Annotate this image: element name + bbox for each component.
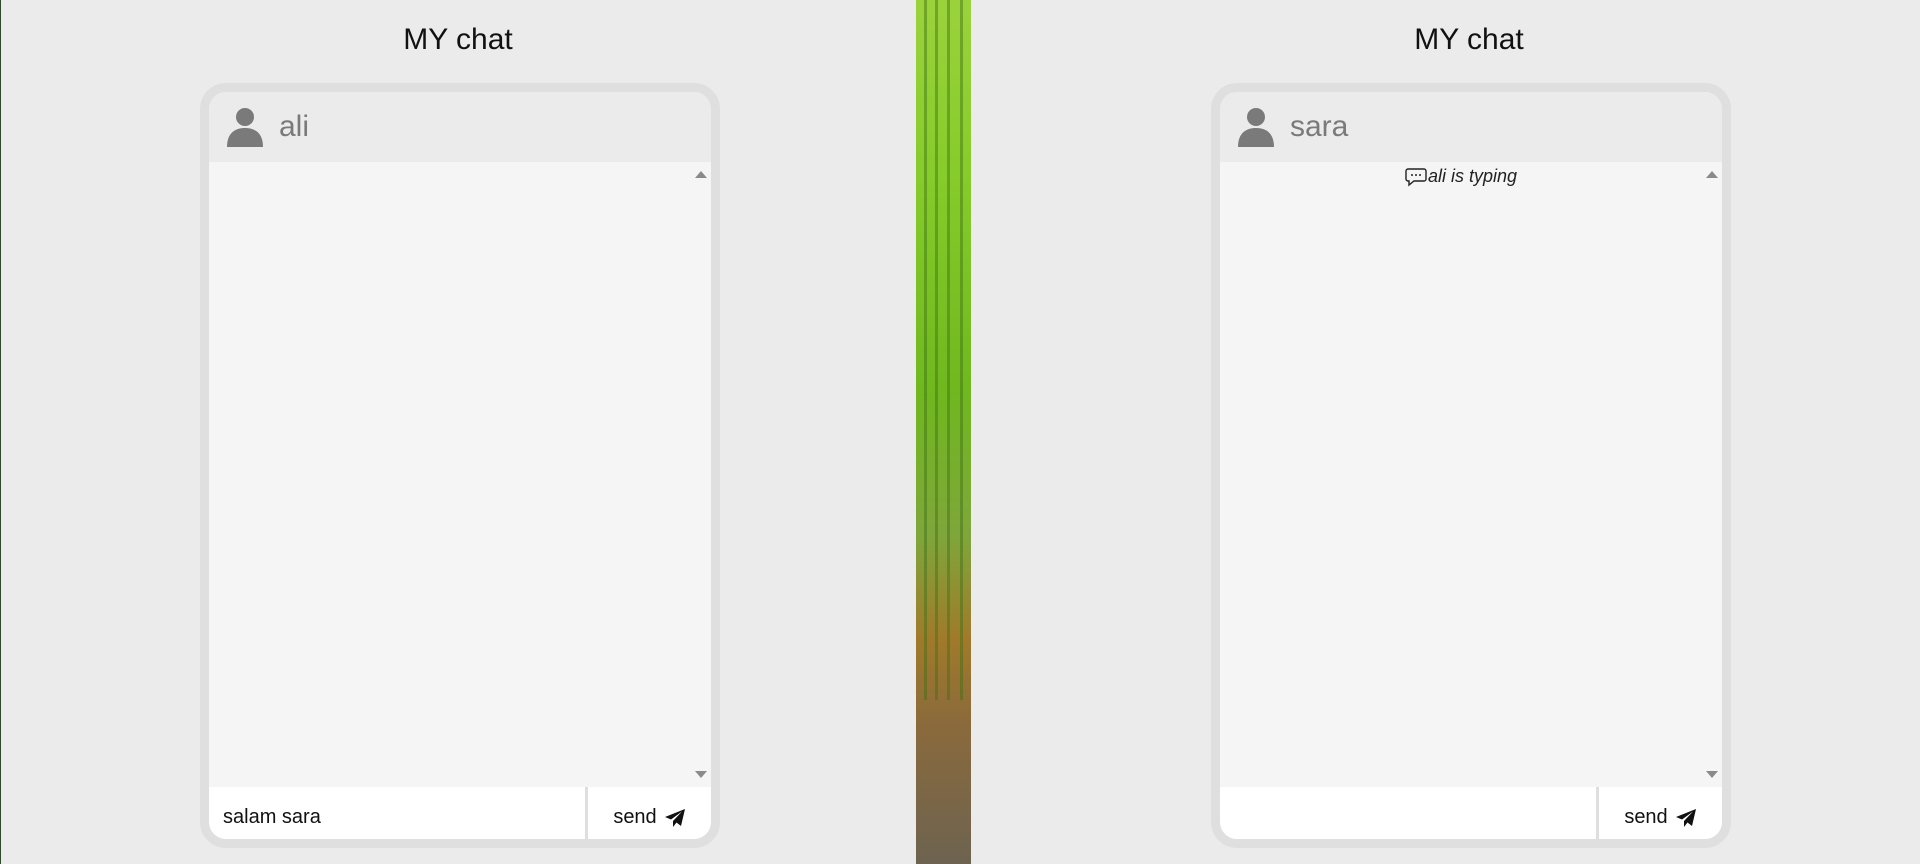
user-icon — [1238, 108, 1274, 147]
page-title: MY chat — [1414, 23, 1524, 56]
user-icon — [227, 108, 263, 147]
chat-username: ali — [279, 110, 310, 143]
typing-text: ali is typing — [1427, 166, 1518, 186]
typing-indicator: ali is typing — [1220, 166, 1702, 187]
scroll-down-arrow-icon[interactable] — [695, 771, 707, 778]
chat-bubble-dots-icon — [1405, 167, 1427, 186]
chat-username: sara — [1290, 110, 1349, 143]
chat-window: sara ali is typing send — [1211, 83, 1731, 848]
message-area: ali is typing — [1220, 162, 1702, 787]
chat-pane-ali: MY chat ali send — [0, 0, 916, 864]
message-compose-row: send — [1220, 787, 1722, 839]
message-compose-row: send — [209, 787, 711, 839]
scroll-up-arrow-icon[interactable] — [1706, 171, 1718, 178]
send-button-label: send — [613, 806, 657, 828]
scrollbar[interactable] — [1702, 162, 1722, 787]
page-title: MY chat — [403, 23, 513, 56]
send-button[interactable]: send — [588, 787, 711, 839]
paper-plane-icon — [1675, 808, 1696, 827]
bamboo-background-image — [916, 0, 971, 864]
message-input[interactable] — [209, 787, 585, 839]
chat-pane-sara: MY chat sara ali is typing send — [1011, 0, 1920, 864]
chat-header: sara — [1220, 92, 1722, 162]
chat-window: ali send — [200, 83, 720, 848]
scroll-up-arrow-icon[interactable] — [695, 171, 707, 178]
send-button-label: send — [1624, 806, 1668, 828]
chat-header: ali — [209, 92, 711, 162]
scrollbar[interactable] — [691, 162, 711, 787]
divider — [971, 0, 1011, 864]
message-area — [209, 162, 691, 787]
scroll-down-arrow-icon[interactable] — [1706, 771, 1718, 778]
message-input[interactable] — [1220, 787, 1596, 839]
paper-plane-icon — [664, 808, 685, 827]
message-list[interactable]: ali is typing — [1220, 162, 1722, 787]
message-list[interactable] — [209, 162, 711, 787]
send-button[interactable]: send — [1599, 787, 1722, 839]
